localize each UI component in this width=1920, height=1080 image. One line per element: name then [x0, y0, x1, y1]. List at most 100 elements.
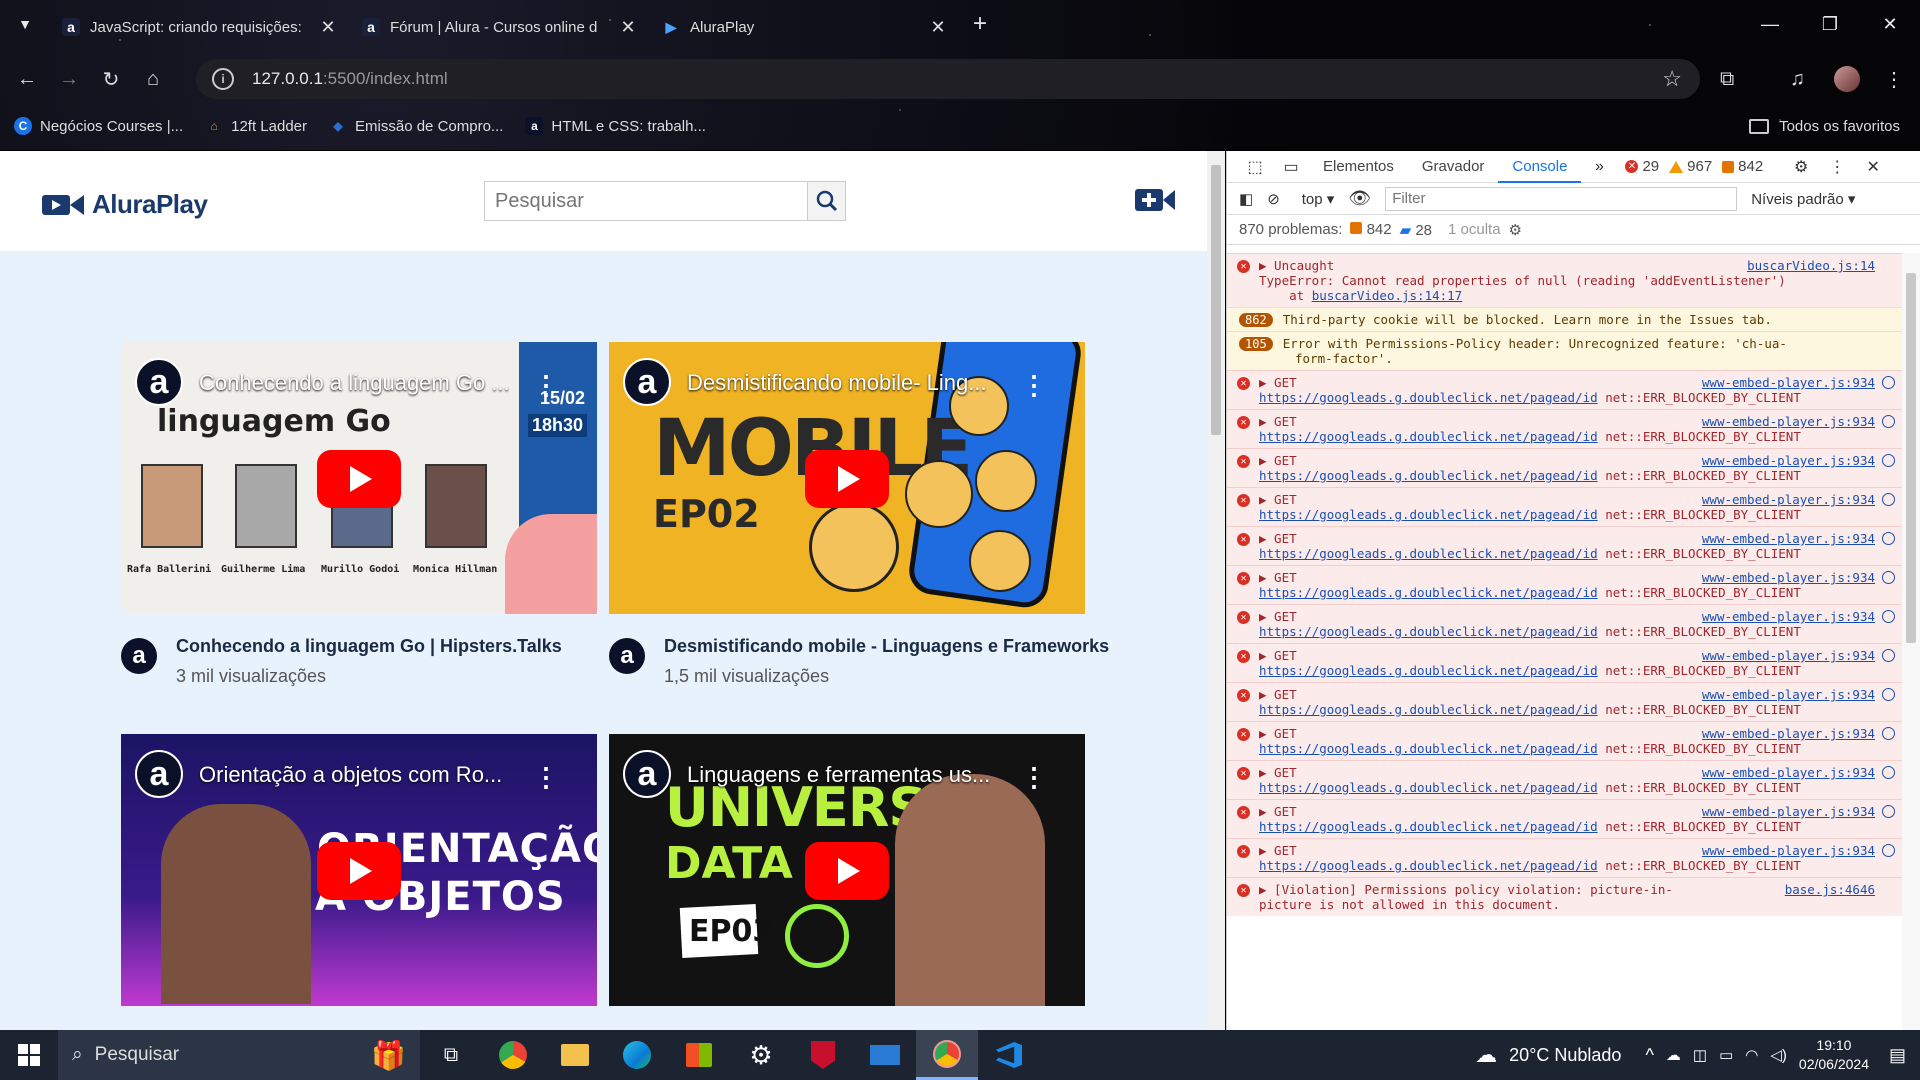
- tab-console[interactable]: Console: [1498, 151, 1582, 183]
- file-explorer-icon[interactable]: [544, 1030, 606, 1080]
- network-globe-icon[interactable]: [1882, 727, 1895, 740]
- tab-forum[interactable]: a Fórum | Alura - Cursos online d ✕: [350, 9, 650, 45]
- wifi-icon[interactable]: ◠: [1745, 1046, 1758, 1064]
- video-card[interactable]: MOBILE EP02 a Desmistificando mobile- Li…: [609, 342, 1109, 714]
- taskbar-search[interactable]: ⌕ Pesquisar 🎁: [58, 1030, 420, 1080]
- vscode-icon[interactable]: [978, 1030, 1040, 1080]
- request-url-link[interactable]: https://googleads.g.doubleclick.net/page…: [1259, 858, 1598, 873]
- avatar[interactable]: [1834, 56, 1860, 102]
- settings-gear-icon[interactable]: ⚙: [1783, 157, 1819, 177]
- sidebar-toggle-icon[interactable]: ◧: [1239, 190, 1253, 208]
- play-button[interactable]: [317, 450, 401, 508]
- channel-avatar[interactable]: a: [135, 750, 183, 798]
- bookmark-html-css[interactable]: a HTML e CSS: trabalh...: [525, 117, 706, 135]
- upload-video-button[interactable]: [1135, 187, 1175, 218]
- video-title[interactable]: Conhecendo a linguagem Go | Hipsters.Tal…: [176, 636, 562, 657]
- security-icon[interactable]: ◫: [1693, 1046, 1707, 1064]
- address-bar[interactable]: i 127.0.0.1:5500/index.html ☆: [196, 59, 1700, 99]
- console-message[interactable]: ✕ ▶ GET https://googleads.g.doubleclick.ne…: [1227, 370, 1903, 409]
- media-controls-icon[interactable]: ♫: [1790, 56, 1805, 102]
- battery-icon[interactable]: ▭: [1719, 1046, 1733, 1064]
- log-levels-dropdown[interactable]: Níveis padrão ▾: [1751, 190, 1855, 208]
- network-globe-icon[interactable]: [1882, 805, 1895, 818]
- bookmark-emissao[interactable]: ◆ Emissão de Compro...: [329, 117, 503, 135]
- console-message[interactable]: ✕ ▶ [Violation] Permissions policy violat…: [1227, 877, 1903, 916]
- source-link[interactable]: buscarVideo.js:14: [1747, 258, 1875, 273]
- more-options-icon[interactable]: ⋮: [533, 370, 559, 401]
- console-message[interactable]: ✕ ▶ GET https://googleads.g.doubleclick.ne…: [1227, 487, 1903, 526]
- clock[interactable]: 19:10 02/06/2024: [1799, 1036, 1869, 1074]
- close-tab-icon[interactable]: ✕: [928, 17, 948, 38]
- back-icon[interactable]: ←: [6, 68, 48, 91]
- channel-avatar[interactable]: a: [121, 638, 157, 674]
- channel-avatar[interactable]: a: [609, 638, 645, 674]
- site-info-icon[interactable]: i: [212, 68, 234, 90]
- console-message[interactable]: 105 Error with Permissions-Policy header:…: [1227, 331, 1903, 370]
- clear-console-icon[interactable]: ⊘: [1267, 190, 1280, 208]
- source-link[interactable]: buscarVideo.js:14:17: [1312, 288, 1463, 303]
- channel-avatar[interactable]: a: [135, 358, 183, 406]
- console-message[interactable]: ✕ ▶ GET https://googleads.g.doubleclick.ne…: [1227, 448, 1903, 487]
- video-card[interactable]: ORIENTAÇÃO A OBJETOS a Orientação a obje…: [121, 734, 597, 1006]
- video-title[interactable]: Desmistificando mobile - Linguagens e Fr…: [664, 636, 1109, 657]
- device-toolbar-icon[interactable]: ▭: [1273, 157, 1309, 177]
- channel-avatar[interactable]: a: [623, 750, 671, 798]
- video-card[interactable]: linguagem Go 15/02 18h30 Rafa Ballerini …: [121, 342, 597, 714]
- task-view-icon[interactable]: ⧉: [420, 1030, 482, 1080]
- settings-icon[interactable]: ⚙: [730, 1030, 792, 1080]
- console-message[interactable]: ✕ ▶ GET https://googleads.g.doubleclick.ne…: [1227, 721, 1903, 760]
- console-message[interactable]: ✕ ▶ GET https://googleads.g.doubleclick.ne…: [1227, 760, 1903, 799]
- video-thumbnail[interactable]: MOBILE EP02 a Desmistificando mobile- Li…: [609, 342, 1085, 614]
- close-tab-icon[interactable]: ✕: [318, 17, 338, 38]
- close-tab-icon[interactable]: ✕: [618, 17, 638, 38]
- console-message[interactable]: ✕ ▶ GET https://googleads.g.doubleclick.ne…: [1227, 604, 1903, 643]
- video-thumbnail[interactable]: linguagem Go 15/02 18h30 Rafa Ballerini …: [121, 342, 597, 614]
- play-button[interactable]: [805, 450, 889, 508]
- request-url-link[interactable]: https://googleads.g.doubleclick.net/page…: [1259, 546, 1598, 561]
- console-message[interactable]: ✕ ▶ GET https://googleads.g.doubleclick.ne…: [1227, 838, 1903, 877]
- extensions-icon[interactable]: ⧉: [1720, 56, 1734, 102]
- bookmark-star-icon[interactable]: ☆: [1662, 66, 1682, 92]
- context-select[interactable]: top ▾: [1302, 190, 1335, 208]
- chrome-profile-icon[interactable]: [916, 1030, 978, 1080]
- console-message[interactable]: ✕ ▶ GET https://googleads.g.doubleclick.ne…: [1227, 565, 1903, 604]
- request-url-link[interactable]: https://googleads.g.doubleclick.net/page…: [1259, 390, 1598, 405]
- video-thumbnail[interactable]: ORIENTAÇÃO A OBJETOS a Orientação a obje…: [121, 734, 597, 1006]
- request-url-link[interactable]: https://googleads.g.doubleclick.net/page…: [1259, 741, 1598, 756]
- warning-count[interactable]: 967: [1669, 158, 1712, 175]
- request-url-link[interactable]: https://googleads.g.doubleclick.net/page…: [1259, 819, 1598, 834]
- onedrive-icon[interactable]: ☁: [1666, 1046, 1681, 1064]
- network-globe-icon[interactable]: [1882, 415, 1895, 428]
- network-globe-icon[interactable]: [1882, 844, 1895, 857]
- console-message[interactable]: ✕ ▶ GET https://googleads.g.doubleclick.ne…: [1227, 799, 1903, 838]
- start-button[interactable]: [0, 1044, 58, 1066]
- issues-settings-gear-icon[interactable]: ⚙: [1509, 221, 1522, 239]
- console-message[interactable]: ✕ ▶ GET https://googleads.g.doubleclick.ne…: [1227, 682, 1903, 721]
- close-devtools-icon[interactable]: ✕: [1855, 157, 1891, 177]
- tab-search-chevron-icon[interactable]: ▼: [0, 16, 50, 32]
- network-globe-icon[interactable]: [1882, 688, 1895, 701]
- notifications-icon[interactable]: ▤: [1889, 1045, 1906, 1066]
- source-link[interactable]: www-embed-player.js:934: [1702, 765, 1875, 780]
- all-bookmarks[interactable]: Todos os favoritos: [1749, 118, 1900, 135]
- mail-icon[interactable]: [854, 1030, 916, 1080]
- issue-count[interactable]: 842: [1722, 158, 1763, 175]
- close-window-icon[interactable]: ✕: [1860, 0, 1920, 48]
- source-link[interactable]: www-embed-player.js:934: [1702, 726, 1875, 741]
- more-options-icon[interactable]: ⋮: [533, 762, 559, 793]
- minimize-icon[interactable]: —: [1740, 0, 1800, 48]
- source-link[interactable]: base.js:4646: [1785, 882, 1875, 897]
- video-thumbnail[interactable]: UNIVERSO DATA SCI EP03 a Linguagens e fe…: [609, 734, 1085, 1006]
- live-expression-eye-icon[interactable]: 👁: [1348, 188, 1371, 209]
- source-link[interactable]: www-embed-player.js:934: [1702, 648, 1875, 663]
- home-icon[interactable]: ⌂: [132, 68, 174, 91]
- video-card[interactable]: UNIVERSO DATA SCI EP03 a Linguagens e fe…: [609, 734, 1085, 1006]
- network-globe-icon[interactable]: [1882, 649, 1895, 662]
- bookmark-12ft[interactable]: ⌂ 12ft Ladder: [205, 117, 308, 135]
- request-url-link[interactable]: https://googleads.g.doubleclick.net/page…: [1259, 585, 1598, 600]
- forward-icon[interactable]: →: [48, 68, 90, 91]
- console-scrollbar[interactable]: [1902, 253, 1920, 1030]
- console-filter-input[interactable]: [1385, 186, 1738, 211]
- show-hidden-icons-icon[interactable]: ^: [1645, 1045, 1653, 1066]
- tab-javascript[interactable]: a JavaScript: criando requisições: ✕: [50, 9, 350, 45]
